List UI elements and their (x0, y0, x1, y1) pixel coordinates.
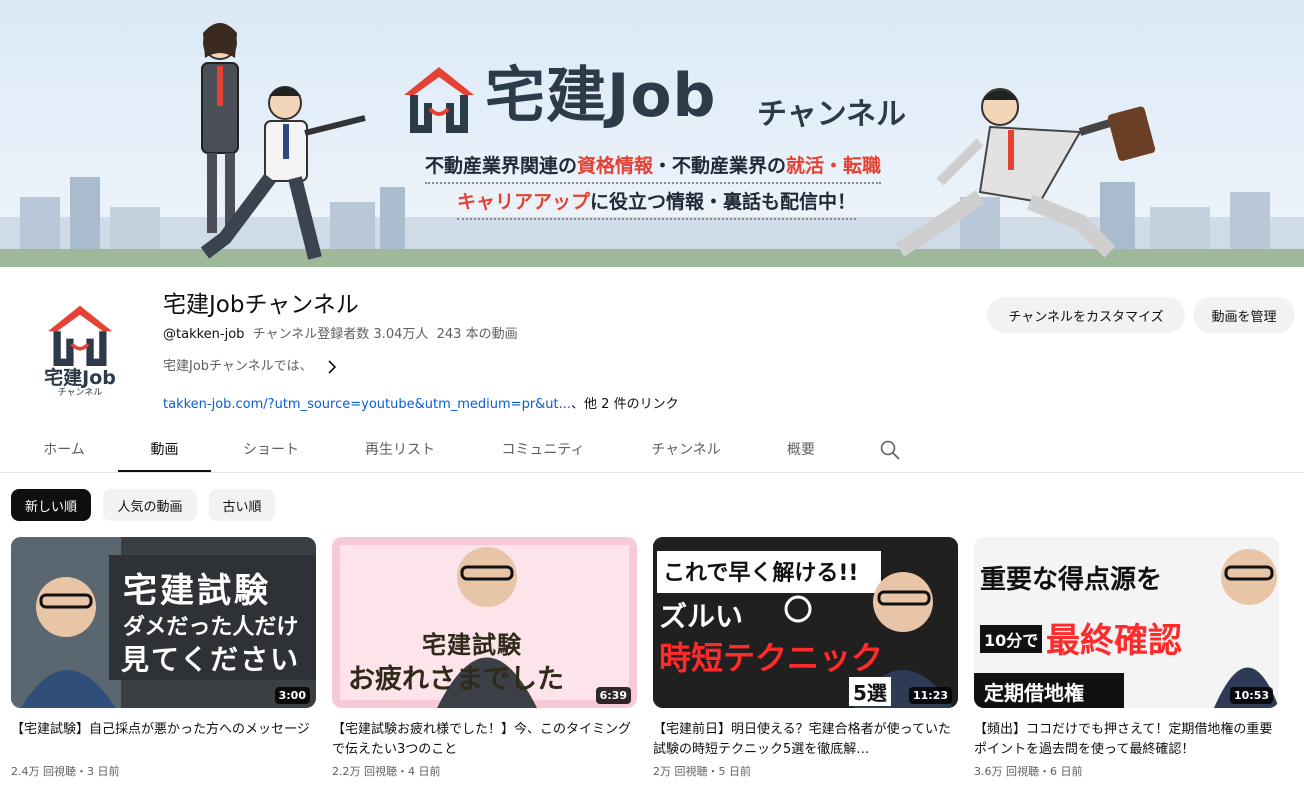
video-card[interactable]: これで早く解ける!! ズルい 時短テクニック 5選 11:23 【宅建前日】明日… (653, 537, 958, 780)
video-duration: 10:53 (1229, 687, 1273, 704)
tab-home[interactable]: ホーム (22, 426, 106, 472)
channel-link[interactable]: takken-job.com/?utm_source=youtube&utm_m… (163, 397, 571, 412)
thumbnail-text: 重要な得点源を (980, 565, 1163, 595)
video-thumbnail[interactable]: 重要な得点源を 10分で 最終確認 定期借地権 10:53 (974, 537, 1279, 708)
thumbnail-text: 10分で (980, 625, 1043, 653)
video-title[interactable]: 【宅建試験】自己採点が悪かった方へのメッセージ (11, 720, 316, 760)
banner-title-block: 宅建Job チャンネル 不動産業界関連の資格情報・不動産業界の就活・転職 キャリ… (395, 55, 955, 255)
active-tab-indicator (118, 470, 211, 472)
channel-name: 宅建Jobチャンネル (163, 292, 359, 318)
manage-videos-button[interactable]: 動画を管理 (1193, 297, 1295, 333)
house-logo-icon (48, 305, 112, 366)
banner-tagline-2: キャリアアップに役立つ情報・裏話も配信中！ (457, 187, 857, 220)
thumbnail-text: ズルい (659, 600, 744, 633)
video-thumbnail[interactable]: 宅建試験 お疲れさまでした 6:39 (332, 537, 637, 708)
thumbnail-text: これで早く解ける!! (663, 561, 859, 586)
chevron-right-icon (328, 360, 336, 374)
video-duration: 3:00 (274, 687, 310, 704)
channel-meta: @takken-job チャンネル登録者数 3.04万人 243 本の動画 (163, 326, 518, 344)
channel-links: takken-job.com/?utm_source=youtube&utm_m… (163, 396, 679, 414)
tab-about[interactable]: 概要 (770, 426, 832, 472)
channel-avatar[interactable]: 宅建Job チャンネル (20, 290, 140, 410)
customize-channel-button[interactable]: チャンネルをカスタマイズ (987, 297, 1185, 333)
channel-description-text: 宅建Jobチャンネルでは、 (163, 359, 313, 374)
video-card[interactable]: 重要な得点源を 10分で 最終確認 定期借地権 10:53 【頻出】ココだけでも… (974, 537, 1279, 780)
tab-channels[interactable]: チャンネル (632, 426, 740, 472)
more-links-text[interactable]: 、他 2 件のリンク (571, 397, 679, 412)
thumbnail-text: 宅建試験 (123, 571, 271, 611)
video-title[interactable]: 【頻出】ココだけでも押さえて！定期借地権の重要ポイントを過去問を使って最終確認！ (974, 720, 1279, 760)
thumbnail-text: 見てください (121, 643, 301, 676)
video-meta: 2.4万 回視聴・3 日前 (11, 765, 120, 778)
thumbnail-text: 時短テクニック (659, 639, 884, 677)
sort-chip-oldest[interactable]: 古い順 (209, 489, 275, 521)
channel-description[interactable]: 宅建Jobチャンネルでは、 (163, 357, 337, 377)
video-thumbnail[interactable]: これで早く解ける!! ズルい 時短テクニック 5選 11:23 (653, 537, 958, 708)
tab-videos[interactable]: 動画 (118, 426, 211, 472)
house-logo-icon (404, 67, 474, 133)
video-count: 243 本の動画 (436, 327, 518, 342)
video-meta: 3.6万 回視聴・6 日前 (974, 765, 1083, 778)
tab-playlists[interactable]: 再生リスト (348, 426, 452, 472)
channel-banner: 宅建Job チャンネル 不動産業界関連の資格情報・不動産業界の就活・転職 キャリ… (0, 0, 1304, 267)
video-card[interactable]: 宅建試験 ダメだった人だけ 見てください 3:00 【宅建試験】自己採点が悪かっ… (11, 537, 316, 780)
thumbnail-text: 最終確認 (1046, 621, 1182, 661)
video-title[interactable]: 【宅建試験お疲れ様でした！】今、このタイミングで伝えたい3つのこと (332, 720, 637, 760)
video-thumbnail[interactable]: 宅建試験 ダメだった人だけ 見てください 3:00 (11, 537, 316, 708)
banner-title: 宅建Job (485, 61, 717, 131)
subscriber-count: チャンネル登録者数 3.04万人 (252, 327, 429, 342)
thumbnail-text: 定期借地権 (984, 681, 1084, 705)
thumbnail-text: ダメだった人だけ (123, 615, 299, 640)
banner-subtitle: チャンネル (757, 97, 907, 132)
video-duration: 6:39 (595, 687, 631, 704)
thumbnail-text: 宅建試験 (422, 631, 522, 659)
tab-community[interactable]: コミュニティ (484, 426, 602, 472)
tab-shorts[interactable]: ショート (225, 426, 317, 472)
thumbnail-text: 5選 (849, 677, 891, 706)
channel-handle: @takken-job (163, 327, 245, 342)
avatar-subtext: チャンネル (57, 387, 103, 398)
thumbnail-text: お疲れさまでした (348, 664, 564, 695)
channel-tabs: ホーム 動画 ショート 再生リスト コミュニティ チャンネル 概要 (0, 426, 1304, 473)
banner-tagline-1: 不動産業界関連の資格情報・不動産業界の就活・転職 (425, 151, 882, 184)
video-meta: 2.2万 回視聴・4 日前 (332, 765, 441, 778)
video-meta: 2万 回視聴・5 日前 (653, 765, 751, 778)
sort-chip-popular[interactable]: 人気の動画 (103, 489, 197, 521)
sort-chip-newest[interactable]: 新しい順 (11, 489, 91, 521)
avatar-text: 宅建Job (44, 366, 116, 389)
business-people-illustration-left (200, 23, 366, 260)
search-icon[interactable] (878, 438, 902, 462)
video-title[interactable]: 【宅建前日】明日使える？宅建合格者が使っていた試験の時短テクニック5選を徹底解… (653, 720, 958, 760)
video-duration: 11:23 (908, 687, 952, 704)
video-card[interactable]: 宅建試験 お疲れさまでした 6:39 【宅建試験お疲れ様でした！】今、このタイミ… (332, 537, 637, 780)
